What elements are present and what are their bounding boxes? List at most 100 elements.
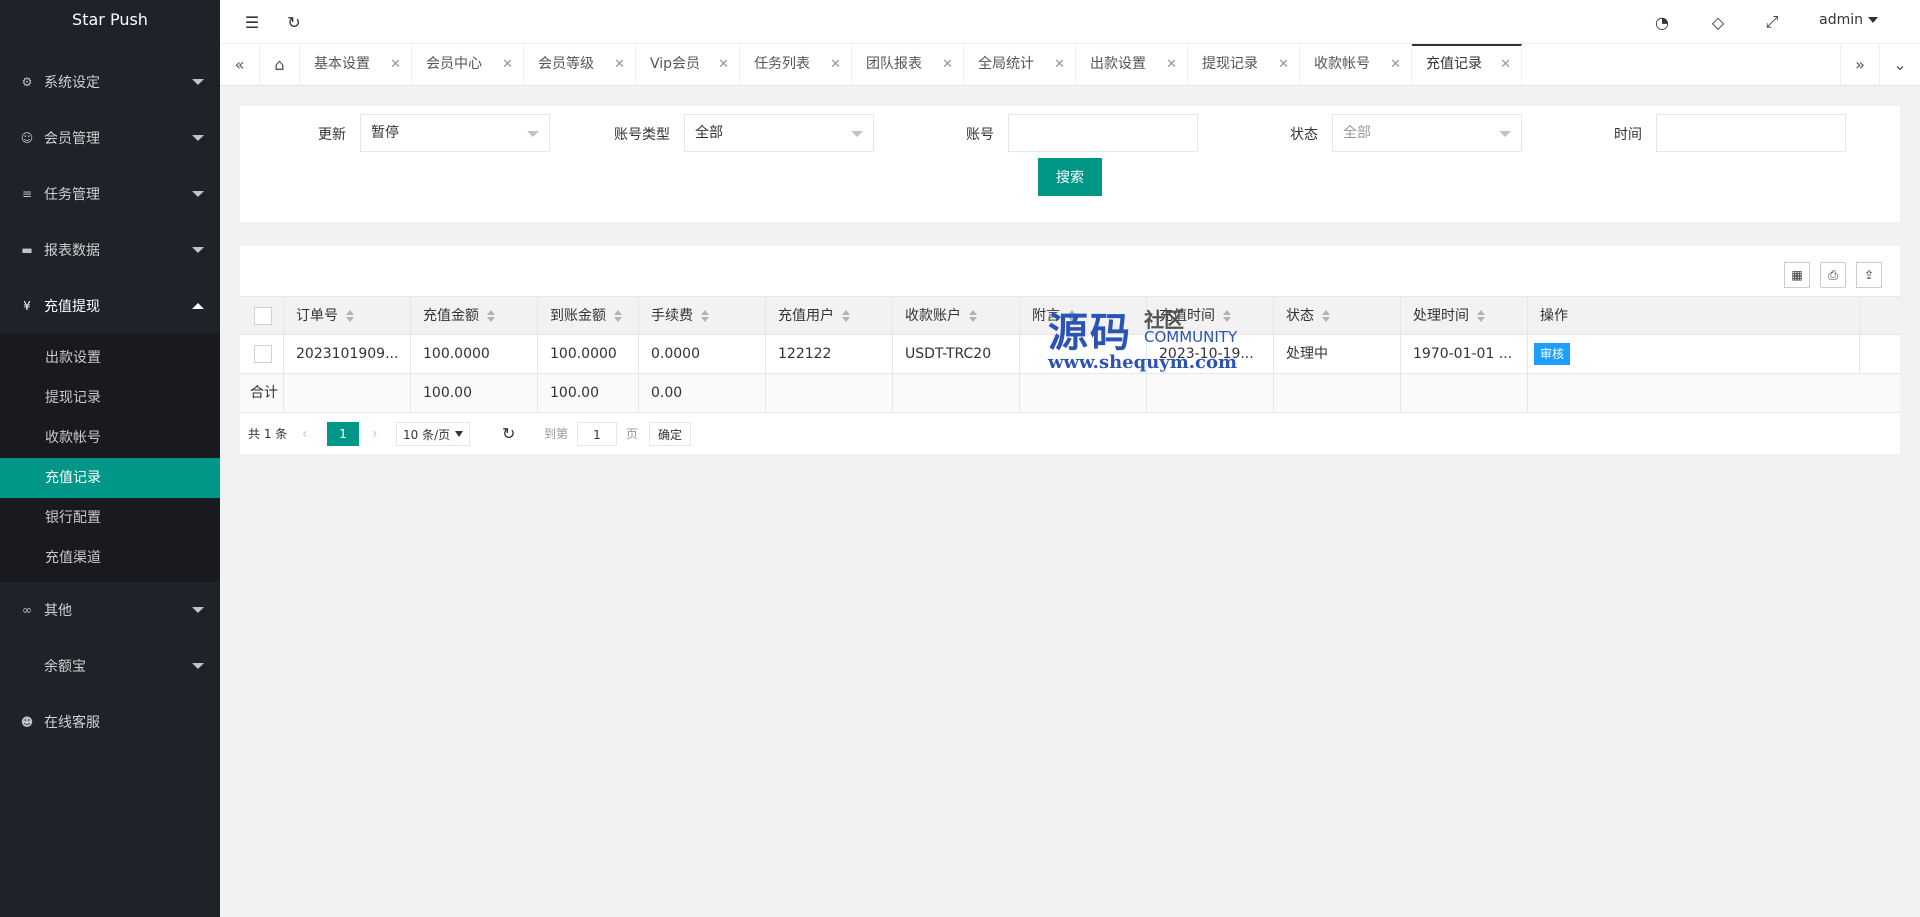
sort-icon[interactable] bbox=[701, 310, 709, 322]
next-page-icon[interactable]: › bbox=[372, 422, 378, 446]
home-tab-icon[interactable]: ⌂ bbox=[260, 44, 300, 85]
sort-icon[interactable] bbox=[1322, 310, 1330, 322]
summary-empty bbox=[1274, 374, 1401, 413]
nav-other[interactable]: ∞ 其他 bbox=[0, 582, 220, 638]
export-icon[interactable]: ⇪ bbox=[1856, 262, 1882, 288]
username: admin bbox=[1819, 12, 1863, 28]
close-icon[interactable]: ✕ bbox=[502, 44, 513, 85]
summary-empty bbox=[1020, 374, 1147, 413]
tab-global-stats[interactable]: 全局统计 ✕ bbox=[964, 44, 1076, 85]
sort-icon[interactable] bbox=[969, 310, 977, 322]
nav-online-service[interactable]: ☻ 在线客服 bbox=[0, 694, 220, 750]
update-select[interactable]: 暂停 bbox=[360, 114, 550, 152]
col-amount[interactable]: 充值金额 bbox=[411, 297, 538, 336]
col-user[interactable]: 充值用户 bbox=[766, 297, 893, 336]
status-select[interactable]: 全部 bbox=[1332, 114, 1522, 152]
col-status[interactable]: 状态 bbox=[1274, 297, 1401, 336]
dropdown-arrow-icon bbox=[1499, 131, 1511, 137]
tabs-scroll-left-icon[interactable]: « bbox=[220, 44, 260, 85]
tab-member-level[interactable]: 会员等级 ✕ bbox=[524, 44, 636, 85]
close-icon[interactable]: ✕ bbox=[1054, 44, 1065, 85]
tab-withdraw-records[interactable]: 提现记录 ✕ bbox=[1188, 44, 1300, 85]
tab-team-report[interactable]: 团队报表 ✕ bbox=[852, 44, 964, 85]
col-processed[interactable]: 处理时间 bbox=[1401, 297, 1528, 336]
close-icon[interactable]: ✕ bbox=[942, 44, 953, 85]
search-button[interactable]: 搜索 bbox=[1038, 158, 1102, 196]
select-all-checkbox[interactable] bbox=[254, 307, 272, 325]
sub-item-receive-accounts[interactable]: 收款帐号 bbox=[0, 418, 220, 458]
page-number-input[interactable]: 1 bbox=[577, 422, 617, 446]
account-type-select[interactable]: 全部 bbox=[684, 114, 874, 152]
sub-item-withdraw-records[interactable]: 提现记录 bbox=[0, 378, 220, 418]
nav-label: 任务管理 bbox=[44, 187, 100, 203]
col-label: 充值金额 bbox=[423, 308, 479, 324]
dropdown-arrow-icon bbox=[455, 431, 463, 437]
close-icon[interactable]: ✕ bbox=[1278, 44, 1289, 85]
review-button[interactable]: 审核 bbox=[1534, 343, 1571, 365]
account-input[interactable] bbox=[1008, 114, 1198, 152]
table-row[interactable]: 2023101909... 100.0000 100.0000 0.0000 1… bbox=[240, 335, 1900, 374]
col-account[interactable]: 收款账户 bbox=[893, 297, 1020, 336]
sort-icon[interactable] bbox=[346, 310, 354, 322]
refresh-page-icon[interactable]: ↻ bbox=[502, 422, 515, 446]
tab-basic-settings[interactable]: 基本设置 ✕ bbox=[300, 44, 412, 85]
col-memo[interactable]: 附言 bbox=[1020, 297, 1147, 336]
close-icon[interactable]: ✕ bbox=[614, 44, 625, 85]
sort-icon[interactable] bbox=[614, 310, 622, 322]
col-received[interactable]: 到账金额 bbox=[538, 297, 639, 336]
col-order[interactable]: 订单号 bbox=[284, 297, 411, 336]
tab-receive-accounts[interactable]: 收款帐号 ✕ bbox=[1300, 44, 1412, 85]
col-fee[interactable]: 手续费 bbox=[639, 297, 766, 336]
tabs-menu-chevron-icon[interactable]: ⌄ bbox=[1880, 44, 1920, 85]
tab-label: 任务列表 bbox=[754, 56, 810, 72]
col-label: 操作 bbox=[1540, 308, 1568, 324]
sub-item-bank-config[interactable]: 银行配置 bbox=[0, 498, 220, 538]
summary-empty bbox=[1147, 374, 1274, 413]
close-icon[interactable]: ✕ bbox=[1390, 44, 1401, 85]
nav-system-settings[interactable]: ⚙ 系统设定 bbox=[0, 54, 220, 110]
close-icon[interactable]: ✕ bbox=[390, 44, 401, 85]
nav-balance-treasure[interactable]: 余额宝 bbox=[0, 638, 220, 694]
sort-icon[interactable] bbox=[842, 310, 850, 322]
sort-icon[interactable] bbox=[1477, 310, 1485, 322]
sub-item-payout-settings[interactable]: 出款设置 bbox=[0, 338, 220, 378]
goto-confirm-button[interactable]: 确定 bbox=[649, 422, 692, 446]
tab-payout-settings[interactable]: 出款设置 ✕ bbox=[1076, 44, 1188, 85]
user-menu[interactable]: admin bbox=[1819, 12, 1878, 28]
tab-label: 收款帐号 bbox=[1314, 56, 1370, 72]
page-size-select[interactable]: 10 条/页 bbox=[396, 422, 470, 446]
theme-icon[interactable]: ◔ bbox=[1652, 12, 1672, 32]
tab-label: 充值记录 bbox=[1426, 56, 1482, 72]
sort-icon[interactable] bbox=[1223, 310, 1231, 322]
filter-label-account-type: 账号类型 bbox=[614, 127, 670, 143]
tab-recharge-records[interactable]: 充值记录 ✕ bbox=[1412, 44, 1522, 85]
current-page[interactable]: 1 bbox=[327, 422, 359, 446]
nav-task-management[interactable]: ≡ 任务管理 bbox=[0, 166, 220, 222]
sort-icon[interactable] bbox=[487, 310, 495, 322]
sort-icon[interactable] bbox=[1068, 310, 1076, 322]
print-icon[interactable]: ⎙ bbox=[1820, 262, 1846, 288]
row-checkbox[interactable] bbox=[254, 345, 272, 363]
sub-item-recharge-records[interactable]: 充值记录 bbox=[0, 458, 220, 498]
close-icon[interactable]: ✕ bbox=[1166, 44, 1177, 85]
close-icon[interactable]: ✕ bbox=[1500, 46, 1511, 83]
nav-recharge-withdraw[interactable]: ¥ 充值提现 bbox=[0, 278, 220, 334]
select-all-cell bbox=[240, 297, 284, 336]
columns-filter-icon[interactable]: ▦ bbox=[1784, 262, 1810, 288]
refresh-icon[interactable]: ↻ bbox=[284, 12, 304, 32]
prev-page-icon[interactable]: ‹ bbox=[302, 422, 308, 446]
close-icon[interactable]: ✕ bbox=[718, 44, 729, 85]
tab-vip-member[interactable]: Vip会员 ✕ bbox=[636, 44, 740, 85]
tab-task-list[interactable]: 任务列表 ✕ bbox=[740, 44, 852, 85]
fullscreen-icon[interactable]: ⤢ bbox=[1762, 12, 1782, 32]
col-time[interactable]: 充值时间 bbox=[1147, 297, 1274, 336]
tabs-scroll-right-icon[interactable]: » bbox=[1840, 44, 1880, 85]
sub-item-recharge-channels[interactable]: 充值渠道 bbox=[0, 538, 220, 578]
nav-report-data[interactable]: ▬ 报表数据 bbox=[0, 222, 220, 278]
nav-member-management[interactable]: ☺ 会员管理 bbox=[0, 110, 220, 166]
tag-icon[interactable]: ◇ bbox=[1708, 12, 1728, 32]
menu-toggle-icon[interactable]: ☰ bbox=[242, 12, 262, 32]
time-input[interactable] bbox=[1656, 114, 1846, 152]
tab-member-center[interactable]: 会员中心 ✕ bbox=[412, 44, 524, 85]
close-icon[interactable]: ✕ bbox=[830, 44, 841, 85]
